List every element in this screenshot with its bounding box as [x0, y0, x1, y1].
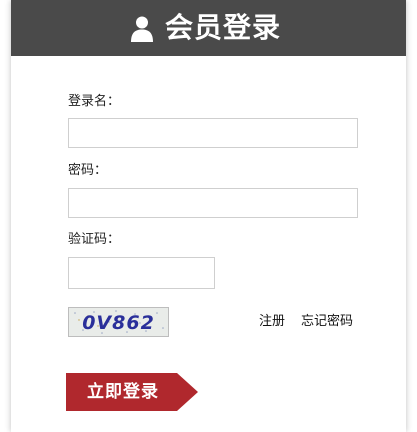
forgot-password-link[interactable]: 忘记密码: [301, 314, 353, 330]
login-panel: 会员登录 登录名： 密码： 验证码： 0V862 注册 忘记密码 立即登录: [11, 0, 406, 432]
register-link[interactable]: 注册: [259, 314, 285, 330]
username-input[interactable]: [68, 118, 358, 148]
captcha-text: 0V862: [82, 312, 155, 334]
page-title: 会员登录: [165, 11, 282, 44]
user-icon: [131, 16, 153, 42]
login-button[interactable]: 立即登录: [66, 373, 199, 411]
login-button-label: 立即登录: [87, 382, 159, 402]
captcha-image[interactable]: 0V862: [68, 307, 169, 337]
captcha-label: 验证码：: [68, 232, 121, 247]
password-label: 密码：: [68, 163, 108, 178]
panel-header: 会员登录: [11, 0, 406, 56]
captcha-input[interactable]: [68, 257, 215, 289]
username-label: 登录名：: [68, 94, 121, 109]
password-input[interactable]: [68, 188, 358, 218]
